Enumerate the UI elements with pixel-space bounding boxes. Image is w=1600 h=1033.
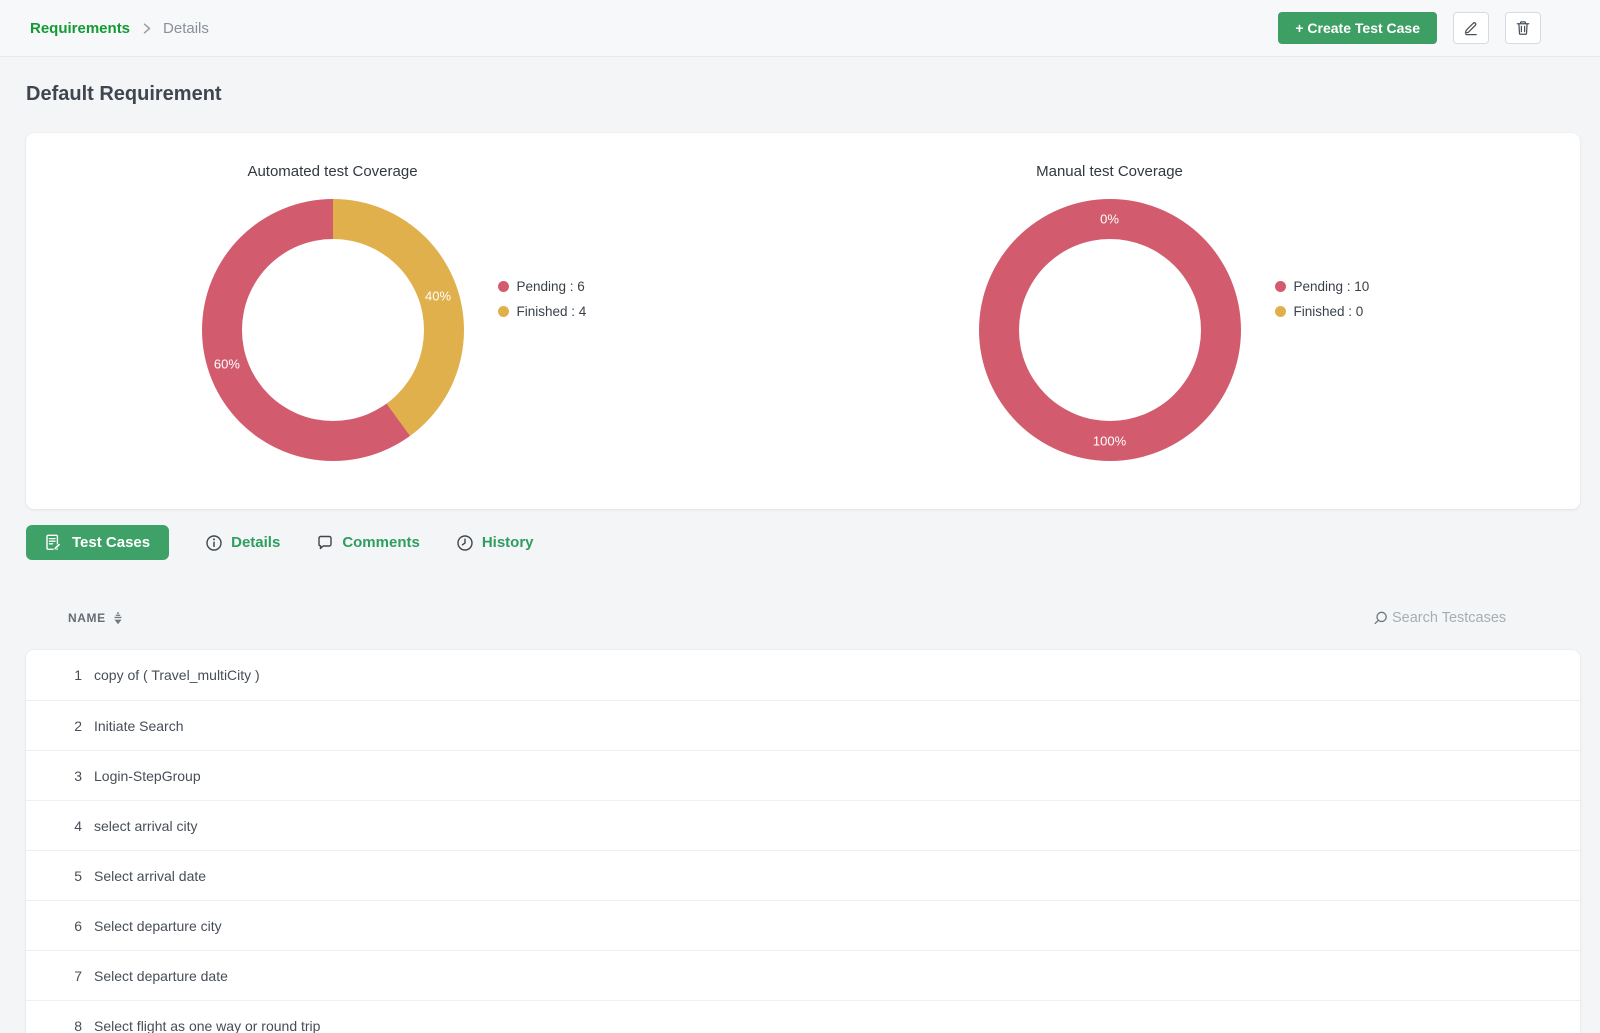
page-title: Default Requirement [26, 83, 222, 105]
legend-dot [497, 280, 509, 292]
search-box [1372, 610, 1527, 627]
name-header-label: NAME [68, 611, 106, 625]
legend-label: Pending : 6 [516, 278, 585, 294]
slice-percent-label: 60% [213, 356, 240, 372]
manual-coverage-chart: Manual test Coverage 0% 100% Pending : 10… [803, 133, 1580, 509]
table-row[interactable]: 4 select arrival city [26, 800, 1580, 850]
breadcrumb-details: Details [163, 19, 209, 37]
title-section: Default Requirement [0, 57, 1600, 106]
row-number: 3 [74, 767, 82, 784]
testcase-name: Select arrival date [94, 867, 207, 884]
legend-item: Finished : 0 [1274, 303, 1405, 319]
search-icon [1372, 610, 1389, 627]
tab-details[interactable]: Details [205, 534, 280, 552]
create-test-case-button[interactable]: + Create Test Case [1278, 12, 1437, 44]
testcase-table-body: 1 copy of ( Travel_multiCity ) 2 Initiate S… [26, 650, 1580, 1033]
tab-label: Test Cases [72, 534, 151, 551]
row-number: 2 [74, 717, 82, 734]
legend-dot [1274, 280, 1286, 292]
breadcrumb: Requirements Details [30, 20, 209, 37]
chevron-right-icon [140, 22, 153, 35]
test-cases-icon [45, 534, 62, 551]
testcase-name: Select departure date [94, 967, 228, 984]
sort-button[interactable] [113, 611, 123, 625]
top-bar: Requirements Details + Create Test Case [0, 0, 1600, 57]
pencil-icon [1463, 20, 1479, 36]
name-column-header: NAME [26, 611, 123, 625]
legend-dot [497, 305, 509, 317]
legend-item: Pending : 10 [1274, 278, 1405, 294]
legend-label: Pending : 10 [1293, 278, 1370, 294]
tabs-row: Test Cases Details Comments History [26, 525, 1580, 560]
table-row[interactable]: 8 Select flight as one way or round trip [26, 1000, 1580, 1033]
row-number: 4 [74, 817, 82, 834]
table-row[interactable]: 1 copy of ( Travel_multiCity ) [26, 650, 1580, 700]
testcase-name: Initiate Search [94, 717, 184, 734]
topbar-actions: + Create Test Case [1278, 12, 1541, 44]
row-number: 6 [74, 917, 82, 934]
legend-label: Finished : 0 [1293, 303, 1364, 319]
delete-button[interactable] [1505, 12, 1541, 44]
table-row[interactable]: 2 Initiate Search [26, 700, 1580, 750]
tab-label: Details [231, 534, 281, 551]
slice-percent-label: 100% [1092, 433, 1127, 449]
legend-item: Finished : 4 [497, 303, 628, 319]
testcase-name: Select departure city [94, 917, 222, 934]
donut-hole [1018, 239, 1201, 421]
breadcrumb-requirements[interactable]: Requirements [30, 20, 130, 37]
legend-dot [1274, 305, 1286, 317]
donut-column: Manual test Coverage 0% 100% [978, 163, 1241, 461]
slice-percent-label: 0% [1100, 211, 1119, 227]
donut: 0% 100% [978, 199, 1241, 461]
legend-label: Finished : 4 [516, 303, 587, 319]
testcase-table: 1 copy of ( Travel_multiCity ) 2 Initiate S… [26, 650, 1580, 1033]
tab-label: History [481, 534, 534, 551]
table-row[interactable]: 7 Select departure date [26, 950, 1580, 1000]
table-row[interactable]: 5 Select arrival date [26, 850, 1580, 900]
donut-hole [241, 239, 424, 421]
testcase-name: copy of ( Travel_multiCity ) [94, 667, 260, 683]
donut-column: Automated test Coverage 40% 60% [201, 163, 464, 461]
tab-comments[interactable]: Comments [316, 534, 420, 552]
chart-legend: Pending : 10 Finished : 0 [1274, 278, 1405, 319]
search-testcases-input[interactable] [1392, 610, 1527, 626]
edit-button[interactable] [1453, 12, 1489, 44]
testcase-name: Select flight as one way or round trip [94, 1017, 321, 1033]
coverage-charts-card: Automated test Coverage 40% 60% Pending :… [26, 133, 1580, 509]
sort-icon [113, 611, 123, 625]
testcase-name: Login-StepGroup [94, 767, 201, 784]
table-row[interactable]: 3 Login-StepGroup [26, 750, 1580, 800]
automated-coverage-chart: Automated test Coverage 40% 60% Pending :… [26, 133, 803, 509]
row-number: 8 [74, 1017, 82, 1033]
history-icon [456, 534, 474, 552]
table-row[interactable]: 6 Select departure city [26, 900, 1580, 950]
row-number: 5 [74, 867, 82, 884]
chart-title: Manual test Coverage [1036, 163, 1183, 180]
donut: 40% 60% [201, 199, 464, 461]
testcase-name: select arrival city [94, 817, 198, 834]
row-number: 7 [74, 967, 82, 984]
row-number: 1 [74, 667, 82, 683]
tab-test-cases[interactable]: Test Cases [26, 525, 170, 560]
chart-title: Automated test Coverage [247, 163, 418, 180]
slice-percent-label: 40% [425, 288, 452, 304]
info-icon [205, 534, 223, 552]
trash-icon [1515, 20, 1531, 36]
tab-label: Comments [342, 534, 420, 551]
chart-legend: Pending : 6 Finished : 4 [497, 278, 628, 319]
legend-item: Pending : 6 [497, 278, 628, 294]
table-header-row: NAME [26, 600, 1580, 636]
comment-icon [316, 534, 334, 552]
tab-history[interactable]: History [456, 534, 534, 552]
